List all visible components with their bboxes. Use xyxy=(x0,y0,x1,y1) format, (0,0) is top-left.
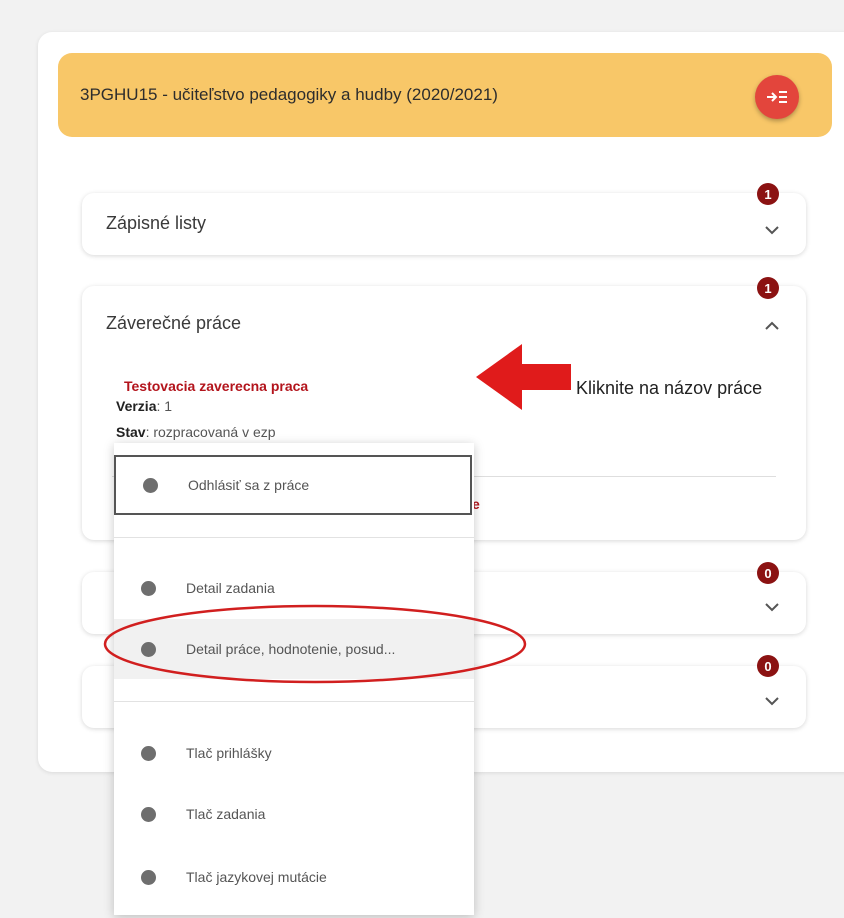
count-badge: 0 xyxy=(757,562,779,584)
exit-program-button[interactable] xyxy=(755,75,799,119)
bullet-icon xyxy=(141,580,156,596)
chevron-up-icon[interactable] xyxy=(764,321,780,331)
highlight-ellipse xyxy=(103,604,527,684)
menu-item-odhlasit[interactable]: Odhlásiť sa z práce xyxy=(114,455,472,515)
bullet-icon xyxy=(141,806,156,822)
chevron-down-icon[interactable] xyxy=(764,696,780,706)
exit-list-icon xyxy=(767,91,787,103)
menu-item-label: Tlač jazykovej mutácie xyxy=(186,869,327,885)
menu-item-label: Tlač prihlášky xyxy=(186,745,272,761)
menu-item-tlac-prihlasky[interactable]: Tlač prihlášky xyxy=(114,723,474,783)
program-title: 3PGHU15 - učiteľstvo pedagogiky a hudby … xyxy=(80,85,498,104)
thesis-version: Verzia: 1 xyxy=(116,398,173,414)
count-badge: 1 xyxy=(757,277,779,299)
program-header: 3PGHU15 - učiteľstvo pedagogiky a hudby … xyxy=(58,53,832,137)
bullet-icon xyxy=(141,869,156,885)
thesis-title-link[interactable]: Testovacia zaverecna praca xyxy=(124,378,308,394)
menu-divider xyxy=(114,537,474,538)
section-zapisne-listy[interactable]: Zápisné listy xyxy=(82,193,806,255)
chevron-down-icon[interactable] xyxy=(764,225,780,235)
count-badge: 1 xyxy=(757,183,779,205)
instruction-text: Kliknite na názov práce xyxy=(576,378,763,398)
count-badge: 0 xyxy=(757,655,779,677)
menu-divider xyxy=(114,701,474,702)
menu-item-label: Odhlásiť sa z práce xyxy=(188,477,310,493)
menu-item-tlac-jazykovej-mutacie[interactable]: Tlač jazykovej mutácie xyxy=(114,847,474,907)
bullet-icon xyxy=(143,477,158,493)
bullet-icon xyxy=(141,745,156,761)
thesis-status: Stav: rozpracovaná v ezp xyxy=(116,424,276,440)
section-title: Zápisné listy xyxy=(106,213,207,233)
menu-item-tlac-zadania[interactable]: Tlač zadania xyxy=(114,784,474,844)
chevron-down-icon[interactable] xyxy=(764,602,780,612)
menu-item-label: Tlač zadania xyxy=(186,806,266,822)
section-title: Záverečné práce xyxy=(106,313,242,333)
menu-item-label: Detail zadania xyxy=(186,580,275,596)
arrow-left-icon xyxy=(476,344,571,410)
